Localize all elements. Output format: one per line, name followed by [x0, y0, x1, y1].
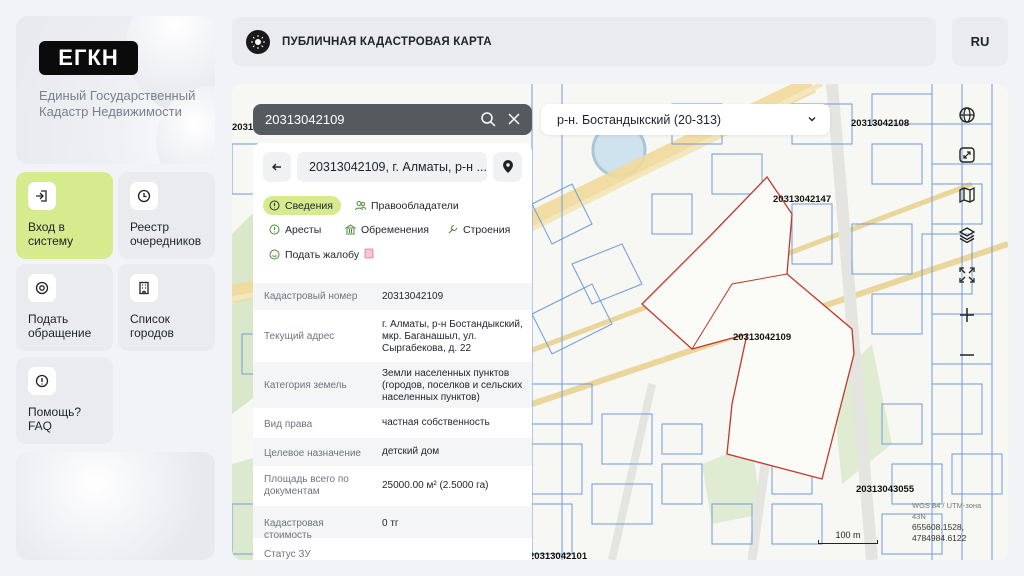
- tab-arrests[interactable]: Аресты: [263, 220, 329, 239]
- back-button[interactable]: [263, 152, 291, 182]
- tab-complaint[interactable]: Подать жалобу: [263, 245, 382, 264]
- wrench-icon: [447, 224, 458, 235]
- info-icon: [28, 367, 56, 395]
- scale-bar: 100 m: [818, 530, 878, 544]
- tab-details[interactable]: Сведения: [263, 196, 341, 215]
- coord-y: 4784984.6122: [912, 533, 967, 543]
- nav-login-label: Вход в систему: [28, 220, 74, 248]
- logo-card: ЕГКН Единый Государственный Кадастр Недв…: [16, 16, 215, 164]
- map-label: 20313042101: [529, 551, 588, 560]
- search-value: 20313042109: [265, 112, 345, 127]
- table-row: Кадастровый номер 20313042109: [253, 283, 532, 310]
- at-sign-icon: [28, 274, 56, 302]
- zoom-out-icon[interactable]: [958, 346, 994, 374]
- globe-icon[interactable]: [958, 106, 994, 134]
- alert-icon: [269, 224, 280, 235]
- table-row: Категория земель Земли населенных пункто…: [253, 362, 532, 408]
- map-label: 20313043055: [856, 484, 915, 495]
- table-row: Кадастровая стоимость 0 тг: [253, 506, 532, 541]
- tab-owners[interactable]: Правообладатели: [349, 196, 467, 215]
- table-row: Статус ЗУ: [264, 549, 311, 560]
- map-label: 20313042108: [851, 118, 910, 129]
- login-icon: [28, 182, 56, 210]
- nav-queue-registry[interactable]: Реестр очередников: [118, 172, 215, 259]
- logo-badge[interactable]: ЕГКН: [39, 41, 138, 75]
- nav-queue-registry-label: Реестр очередников: [130, 220, 202, 248]
- map-label: 20313042147: [773, 194, 832, 205]
- smile-icon: [269, 249, 280, 260]
- map-pin-icon: [502, 160, 513, 173]
- scale-label: 100 m: [835, 530, 861, 540]
- coord-x: 655608.1528,: [912, 522, 964, 532]
- locate-button[interactable]: [493, 152, 522, 182]
- nav-help-faq[interactable]: Помощь? FAQ: [16, 357, 113, 444]
- bank-icon: [345, 224, 356, 235]
- table-row: Целевое назначение детский дом: [253, 438, 532, 466]
- decorative-card: [16, 452, 215, 560]
- district-select[interactable]: р-н. Бостандыкский (20-313): [541, 104, 830, 135]
- fullscreen-icon[interactable]: [958, 266, 994, 294]
- header-bar: ПУБЛИЧНАЯ КАДАСТРОВАЯ КАРТА: [232, 17, 936, 66]
- tab-buildings[interactable]: Строения: [441, 220, 518, 239]
- nav-submit-request-label: Подать обращение: [28, 312, 92, 340]
- tab-encumbrances[interactable]: Обременения: [339, 220, 437, 239]
- crs-label: WGS 84 / UTM-зона 43N: [912, 501, 982, 521]
- page-title: ПУБЛИЧНАЯ КАДАСТРОВАЯ КАРТА: [282, 35, 492, 48]
- document-icon: [364, 248, 374, 262]
- nav-submit-request[interactable]: Подать обращение: [16, 264, 113, 351]
- layers-icon[interactable]: [958, 226, 994, 254]
- emblem-icon: [246, 29, 270, 54]
- search-input[interactable]: 20313042109: [253, 104, 532, 135]
- chevron-down-icon: [806, 113, 818, 128]
- district-value: р-н. Бостандыкский (20-313): [557, 112, 722, 127]
- nav-login[interactable]: Вход в систему: [16, 172, 113, 259]
- table-row: Вид права частная собственность: [264, 417, 490, 430]
- close-icon[interactable]: [506, 111, 522, 130]
- nav-city-list[interactable]: Список городов: [118, 264, 215, 351]
- expand-icon[interactable]: [958, 146, 994, 174]
- search-icon[interactable]: [480, 111, 496, 130]
- table-row: Площадь всего по документам 25000.00 м² …: [264, 474, 489, 497]
- zoom-in-icon[interactable]: [958, 306, 994, 334]
- info-icon: [269, 200, 280, 211]
- logo-subtitle: Единый Государственный Кадастр Недвижимо…: [39, 88, 196, 119]
- arrow-left-icon: [272, 163, 281, 171]
- parcel-info-panel: 20313042109, г. Алматы, р-н ... Сведения…: [253, 143, 532, 560]
- users-icon: [355, 200, 366, 211]
- panel-title: 20313042109, г. Алматы, р-н ...: [297, 152, 487, 182]
- map-icon[interactable]: [958, 186, 994, 214]
- nav-help-faq-label: Помощь? FAQ: [28, 405, 82, 433]
- coordinates-readout: WGS 84 / UTM-зона 43N 655608.1528, 47849…: [912, 500, 992, 544]
- table-row: Текущий адрес г. Алматы, р-н Бостандыкск…: [264, 319, 523, 354]
- clock-icon: [130, 182, 158, 210]
- language-switch[interactable]: RU: [952, 17, 1008, 66]
- nav-city-list-label: Список городов: [130, 312, 174, 340]
- map-label-selected: 20313042109: [733, 332, 792, 343]
- building-icon: [130, 274, 158, 302]
